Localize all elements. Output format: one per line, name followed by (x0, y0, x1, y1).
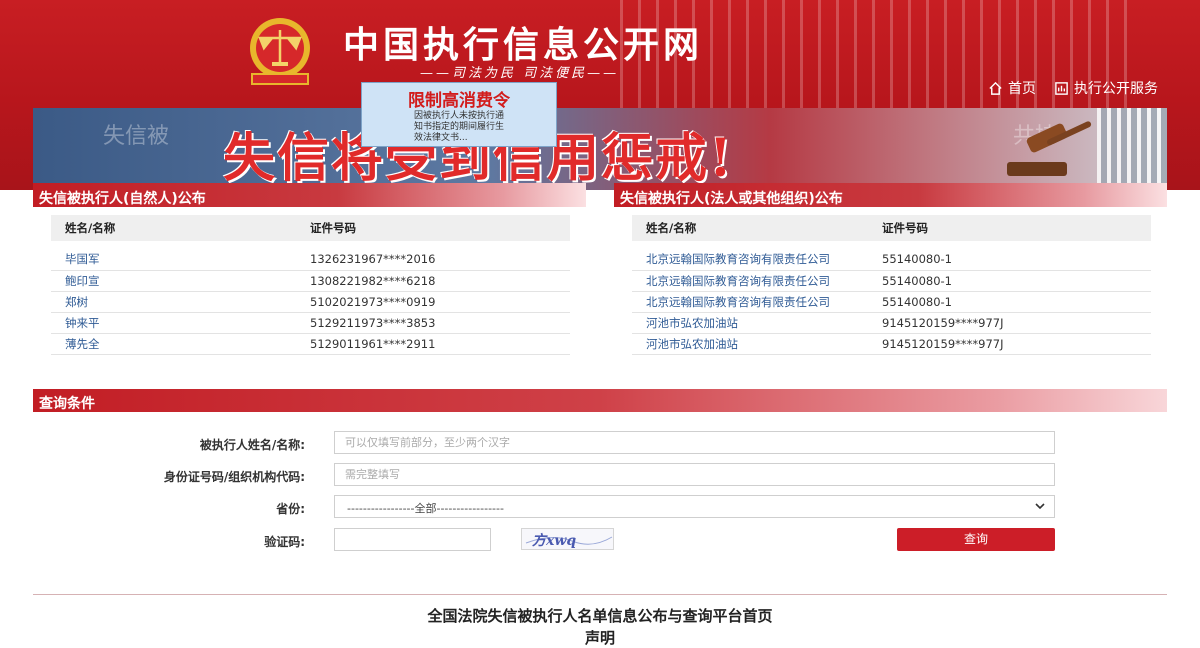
entity-name-link[interactable]: 河池市弘农加油站 (632, 312, 868, 334)
popup-title: 限制高消费令 (408, 91, 510, 111)
org-code: 55140080-1 (868, 249, 1151, 271)
captcha-image[interactable]: 方xwq (521, 528, 614, 550)
column-header-name: 姓名/名称 (632, 215, 868, 241)
person-name-link[interactable]: 鲍印宣 (51, 270, 296, 292)
nav-service-label: 执行公开服务 (1074, 81, 1158, 97)
service-icon (1055, 81, 1068, 95)
platform-title: 全国法院失信被执行人名单信息公布与查询平台首页 (427, 607, 773, 625)
table-row[interactable]: 河池市弘农加油站 9145120159****977J (632, 333, 1151, 355)
id-number: 1308221982****6218 (296, 270, 570, 292)
captcha-text: 方xwq (532, 532, 576, 549)
id-number: 5129211973****3853 (296, 312, 570, 334)
natural-person-panel: 失信被执行人(自然人)公布 姓名/名称 证件号码 毕国军 1326231967**… (33, 183, 586, 355)
entity-name-link[interactable]: 北京远翰国际教育咨询有限责任公司 (632, 291, 868, 313)
table-row[interactable]: 北京远翰国际教育咨询有限责任公司 55140080-1 (632, 270, 1151, 292)
popup-line: 效法律文书... (414, 133, 468, 143)
divider (33, 594, 1167, 595)
panel-title: 失信被执行人(法人或其他组织)公布 (614, 183, 1167, 207)
nav-home-label: 首页 (1008, 81, 1036, 97)
captcha-field-label: 验证码: (264, 535, 305, 549)
id-number: 5129011961****2911 (296, 333, 570, 355)
province-select[interactable]: -----------------全部----------------- (334, 495, 1055, 518)
legal-entity-table: 姓名/名称 证件号码 北京远翰国际教育咨询有限责任公司 55140080-1 北京… (632, 215, 1151, 355)
entity-name-link[interactable]: 北京远翰国际教育咨询有限责任公司 (632, 249, 868, 271)
table-row[interactable]: 鲍印宣 1308221982****6218 (51, 270, 570, 292)
id-number-input[interactable] (334, 463, 1055, 486)
gavel-icon (1007, 121, 1092, 176)
nav-execution-service[interactable]: 执行公开服务 (1054, 78, 1158, 98)
court-emblem-icon (250, 18, 310, 85)
captcha-image-graphic: 方xwq (525, 532, 613, 549)
person-name-link[interactable]: 郑树 (51, 291, 296, 313)
popup-line: 知书指定的期间履行生 (414, 122, 505, 132)
column-header-id: 证件号码 (868, 215, 1151, 241)
table-row[interactable]: 北京远翰国际教育咨询有限责任公司 55140080-1 (632, 291, 1151, 313)
id-number: 5102021973****0919 (296, 291, 570, 313)
org-code: 9145120159****977J (868, 333, 1151, 355)
top-nav: 首页 执行公开服务 (988, 78, 1158, 98)
nav-home[interactable]: 首页 (988, 78, 1036, 98)
natural-person-table: 姓名/名称 证件号码 毕国军 1326231967****2016 鲍印宣 1308… (51, 215, 570, 355)
person-name-link[interactable]: 钟来平 (51, 312, 296, 334)
chevron-down-icon (1035, 503, 1045, 510)
table-row[interactable]: 钟来平 5129211973****3853 (51, 312, 570, 334)
org-code: 55140080-1 (868, 270, 1151, 292)
person-name-link[interactable]: 毕国军 (51, 249, 296, 271)
popup-line: 因被执行人未按执行通 (414, 111, 505, 121)
org-code: 9145120159****977J (868, 312, 1151, 334)
province-selected-value: -----------------全部----------------- (347, 502, 504, 515)
banner-background-text-left: 失信被 (103, 124, 170, 149)
search-button[interactable]: 查询 (897, 528, 1055, 551)
name-field-label: 被执行人姓名/名称: (199, 438, 305, 452)
statement-heading: 声明 (584, 629, 615, 647)
name-input[interactable] (334, 431, 1055, 454)
province-field-label: 省份: (276, 502, 305, 516)
table-row[interactable]: 河池市弘农加油站 9145120159****977J (632, 312, 1151, 334)
home-icon (989, 81, 1002, 95)
id-field-label: 身份证号码/组织机构代码: (163, 470, 305, 484)
org-code: 55140080-1 (868, 291, 1151, 313)
panel-title: 失信被执行人(自然人)公布 (33, 183, 586, 207)
person-name-link[interactable]: 薄先全 (51, 333, 296, 355)
captcha-input[interactable] (334, 528, 491, 551)
query-section-title: 查询条件 (33, 389, 1167, 412)
restriction-notice-banner[interactable]: 限制高消费令 因被执行人未按执行通 知书指定的期间履行生 效法律文书... (361, 82, 557, 147)
table-row[interactable]: 北京远翰国际教育咨询有限责任公司 55140080-1 (632, 249, 1151, 271)
entity-name-link[interactable]: 河池市弘农加油站 (632, 333, 868, 355)
table-row[interactable]: 薄先全 5129011961****2911 (51, 333, 570, 355)
entity-name-link[interactable]: 北京远翰国际教育咨询有限责任公司 (632, 270, 868, 292)
site-slogan: ——司法为民 司法便民—— (420, 66, 620, 81)
legal-entity-panel: 失信被执行人(法人或其他组织)公布 姓名/名称 证件号码 北京远翰国际教育咨询有… (614, 183, 1167, 355)
column-header-id: 证件号码 (296, 215, 570, 241)
id-number: 1326231967****2016 (296, 249, 570, 271)
site-title: 中国执行信息公开网 (343, 24, 704, 66)
site-header: 中国执行信息公开网 ——司法为民 司法便民—— 首页 执行公开服务 失信被 共持… (0, 0, 1200, 190)
banner: 失信被 共持 失信将受到信用惩戒! (33, 108, 1167, 190)
table-row[interactable]: 郑树 5102021973****0919 (51, 291, 570, 313)
banner-bars (1097, 108, 1167, 190)
table-row[interactable]: 毕国军 1326231967****2016 (51, 249, 570, 271)
column-header-name: 姓名/名称 (51, 215, 296, 241)
